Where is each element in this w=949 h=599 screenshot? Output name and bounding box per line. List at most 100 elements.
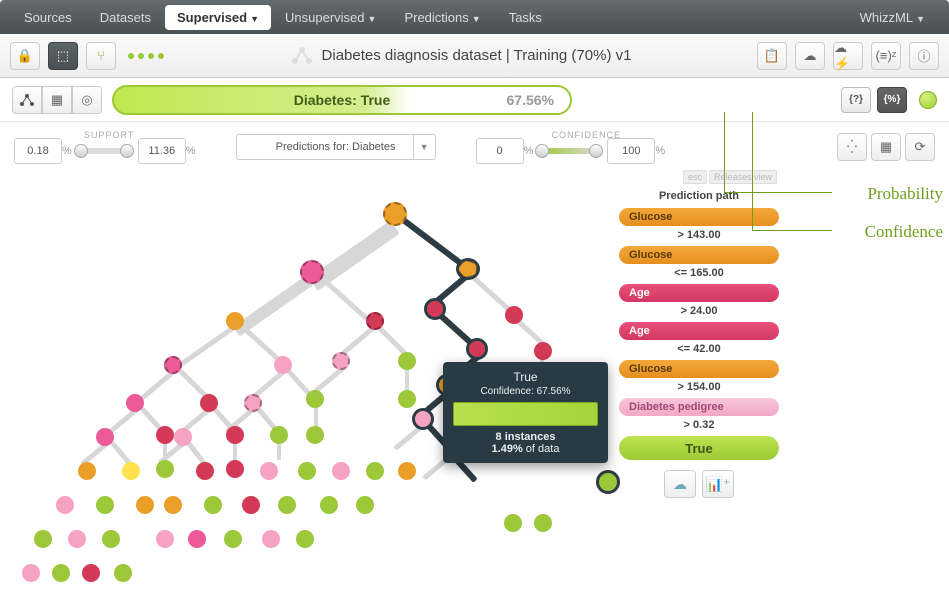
confidence-toggle[interactable]: {%} — [877, 87, 907, 113]
confidence-min-input[interactable] — [476, 138, 524, 164]
support-min-input[interactable] — [14, 138, 62, 164]
export-chart-button[interactable]: 📊⁺ — [702, 470, 734, 498]
layout-dots-button[interactable]: ⁛ — [837, 133, 867, 161]
tree-node[interactable] — [164, 496, 182, 514]
tree-node[interactable] — [274, 356, 292, 374]
tree-node[interactable] — [534, 342, 552, 360]
branch-icon[interactable]: ⑂ — [86, 42, 116, 70]
tree-node[interactable] — [204, 496, 222, 514]
tree-node[interactable] — [398, 462, 416, 480]
nav-predictions[interactable]: Predictions▼ — [390, 10, 494, 25]
tree-leaf-selected[interactable] — [598, 472, 618, 492]
tree-node[interactable] — [52, 564, 70, 582]
cloud-action-icon[interactable]: ☁ — [795, 42, 825, 70]
tree-view-button[interactable] — [12, 86, 42, 114]
support-max-input[interactable] — [138, 138, 186, 164]
nav-sources[interactable]: Sources — [10, 10, 86, 25]
tree-node-selected[interactable] — [426, 300, 444, 318]
tree-node[interactable] — [82, 564, 100, 582]
tree-node-selected[interactable] — [414, 410, 432, 428]
tree-node[interactable] — [114, 564, 132, 582]
tree-node[interactable] — [332, 462, 350, 480]
tree-node[interactable] — [78, 462, 96, 480]
dropdown-icon[interactable]: ▼ — [413, 135, 435, 159]
tree-node[interactable] — [96, 428, 114, 446]
nav-tasks[interactable]: Tasks — [495, 10, 556, 25]
nav-datasets[interactable]: Datasets — [86, 10, 165, 25]
tree-node[interactable] — [226, 426, 244, 444]
confidence-slider[interactable] — [537, 148, 603, 154]
tree-node[interactable] — [96, 496, 114, 514]
confidence-group: CONFIDENCE % % — [476, 130, 666, 164]
tree-node[interactable] — [298, 462, 316, 480]
confidence-max-input[interactable] — [607, 138, 655, 164]
tree-node[interactable] — [332, 352, 350, 370]
tree-node[interactable] — [300, 260, 324, 284]
support-slider[interactable] — [76, 148, 134, 154]
tree-node-selected[interactable] — [468, 340, 486, 358]
tree-node[interactable] — [270, 426, 288, 444]
tree-node[interactable] — [356, 496, 374, 514]
tree-node[interactable] — [278, 496, 296, 514]
tree-node[interactable] — [122, 462, 140, 480]
tree-node[interactable] — [260, 462, 278, 480]
path-field-bar: Age — [619, 284, 779, 302]
node-tooltip: True Confidence: 67.56% 8 instances 1.49… — [443, 362, 608, 463]
tree-node[interactable] — [102, 530, 120, 548]
tree-node[interactable] — [68, 530, 86, 548]
tree-node[interactable] — [398, 390, 416, 408]
tree-node[interactable] — [22, 564, 40, 582]
info-icon[interactable]: ⓘ — [909, 42, 939, 70]
tree-node[interactable] — [200, 394, 218, 412]
tree-node[interactable] — [366, 462, 384, 480]
grid-view-button[interactable]: ▦ — [42, 86, 72, 114]
tree-node[interactable] — [156, 426, 174, 444]
tree-node[interactable] — [224, 530, 242, 548]
tree-node[interactable] — [504, 514, 522, 532]
controls-row: SUPPORT % % ▼ CONFIDENCE % % ⁛ ▦ ⟳ — [0, 122, 949, 172]
tree-node[interactable] — [188, 530, 206, 548]
tree-node[interactable] — [156, 530, 174, 548]
layout-grid-button[interactable]: ▦ — [871, 133, 901, 161]
tree-node[interactable] — [56, 496, 74, 514]
refresh-button[interactable]: ⟳ — [905, 133, 935, 161]
tree-node[interactable] — [320, 496, 338, 514]
tree-node[interactable] — [398, 352, 416, 370]
caret-icon: ▼ — [472, 14, 481, 24]
tree-node[interactable] — [164, 356, 182, 374]
clipboard-icon[interactable]: 📋 — [757, 42, 787, 70]
tree-node[interactable] — [505, 306, 523, 324]
tree-node[interactable] — [242, 496, 260, 514]
script-icon[interactable]: (≡)ᶻ — [871, 42, 901, 70]
probability-toggle[interactable]: {?} — [841, 87, 871, 113]
nav-user[interactable]: WhizzML▼ — [846, 10, 939, 25]
tree-node[interactable] — [196, 462, 214, 480]
tree-node[interactable] — [244, 394, 262, 412]
sunburst-view-button[interactable]: ◎ — [72, 86, 102, 114]
tree-node[interactable] — [306, 390, 324, 408]
tree-node[interactable] — [262, 530, 280, 548]
tree-node[interactable] — [534, 514, 552, 532]
tree-node[interactable] — [156, 460, 174, 478]
tree-node[interactable] — [366, 312, 384, 330]
tree-node[interactable] — [34, 530, 52, 548]
tree-node[interactable] — [136, 496, 154, 514]
tree-node[interactable] — [174, 428, 192, 446]
nav-supervised[interactable]: Supervised▼ — [165, 5, 271, 30]
workflow-icon[interactable]: ⬚ — [48, 42, 78, 70]
nav-unsupervised[interactable]: Unsupervised▼ — [271, 10, 390, 25]
tree-node[interactable] — [226, 312, 244, 330]
tree-node-selected[interactable] — [458, 260, 478, 278]
tree-node[interactable] — [296, 530, 314, 548]
prediction-field-select[interactable]: ▼ — [236, 134, 436, 160]
tree-node[interactable] — [383, 202, 407, 226]
privacy-icon[interactable]: 🔒 — [10, 42, 40, 70]
cloud-refresh-icon[interactable]: ☁⚡ — [833, 42, 863, 70]
tree-node[interactable] — [126, 394, 144, 412]
confidence-label: CONFIDENCE — [552, 130, 622, 140]
export-cloud-button[interactable]: ☁ — [664, 470, 696, 498]
prediction-field-value[interactable] — [236, 134, 436, 160]
nav-unsupervised-label: Unsupervised — [285, 10, 365, 25]
tree-node[interactable] — [226, 460, 244, 478]
tree-node[interactable] — [306, 426, 324, 444]
